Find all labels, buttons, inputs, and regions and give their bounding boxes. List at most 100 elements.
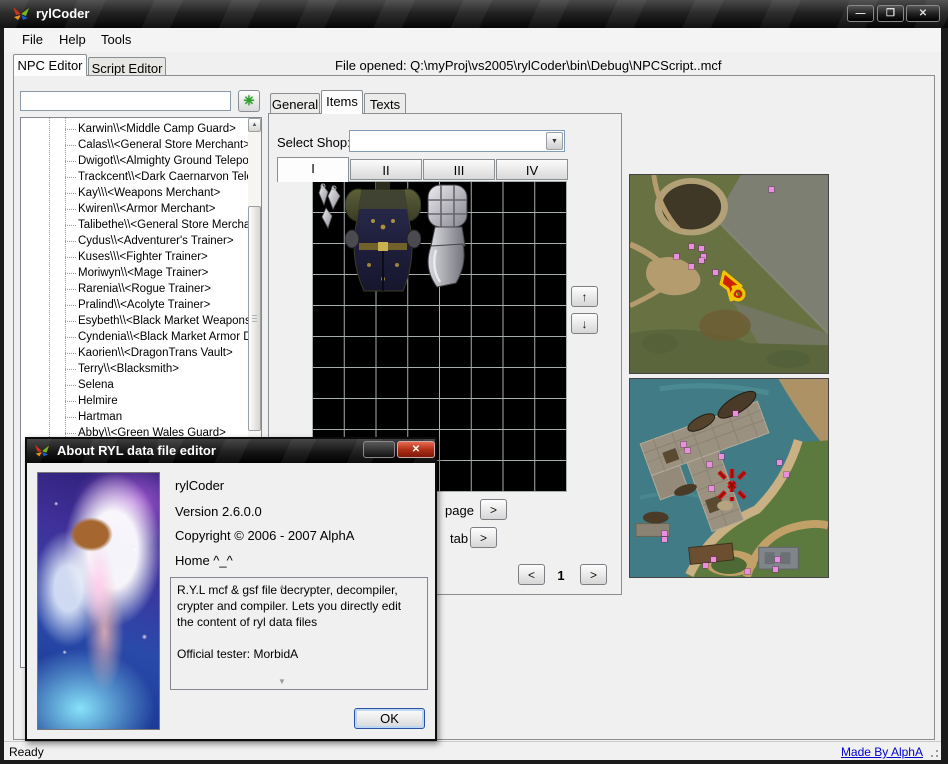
shop-tab-3[interactable]: III	[423, 159, 495, 180]
about-version: Version 2.6.0.0	[175, 504, 262, 519]
arrow-down-icon: ↓	[582, 317, 588, 331]
npc-position-marker	[709, 486, 714, 491]
menu-help[interactable]: Help	[59, 32, 86, 47]
npc-position-marker	[674, 254, 679, 259]
tree-item[interactable]: Dwigot\\<Almighty Ground Teleport	[21, 153, 247, 169]
scroll-up-button[interactable]: ▲	[248, 118, 261, 132]
npc-position-marker	[689, 244, 694, 249]
tab-general[interactable]: General	[270, 93, 320, 113]
next-tab-button[interactable]: >	[470, 527, 497, 548]
made-by-link[interactable]: Made By AlphA	[841, 745, 923, 759]
tab-script-editor[interactable]: Script Editor	[88, 57, 166, 76]
file-opened-label: File opened: Q:\myProj\vs2005\rylCoder\b…	[335, 58, 722, 73]
npc-position-marker	[775, 557, 780, 562]
select-shop-label: Select Shop:	[277, 135, 351, 150]
about-dialog-title: About RYL data file editor	[57, 443, 216, 458]
tree-item[interactable]: Rarenia\\<Rogue Trainer>	[21, 281, 247, 297]
shop-tab-2[interactable]: II	[350, 159, 422, 180]
item-plate-armor	[345, 181, 421, 296]
combo-dropdown-button[interactable]: ▼	[546, 132, 563, 150]
about-copyright: Copyright © 2006 - 2007 AlphA	[175, 528, 354, 543]
tree-item[interactable]: Kay\\\<Weapons Merchant>	[21, 185, 247, 201]
shop-select-combobox[interactable]: ▼	[349, 130, 565, 152]
prev-page-nav-button[interactable]: <	[518, 564, 545, 585]
page-label: page	[445, 503, 474, 518]
tree-item[interactable]: Moriwyn\\<Mage Trainer>	[21, 265, 247, 281]
tab-texts[interactable]: Texts	[364, 93, 406, 113]
scroll-up-icon[interactable]: ▲	[278, 582, 288, 591]
tree-item[interactable]: Pralind\\<Acolyte Trainer>	[21, 297, 247, 313]
tree-item[interactable]: Terry\\<Blacksmith>	[21, 361, 247, 377]
about-dialog: About RYL data file editor ✕ rylCoder Ve…	[25, 437, 437, 741]
tree-item[interactable]: Karwin\\<Middle Camp Guard>	[21, 121, 247, 137]
move-down-button[interactable]: ↓	[571, 313, 598, 334]
chevron-down-icon: ▼	[551, 138, 558, 145]
move-up-button[interactable]: ↑	[571, 286, 598, 307]
npc-position-marker	[662, 531, 667, 536]
npc-position-marker	[777, 460, 782, 465]
resize-grip[interactable]	[927, 746, 939, 758]
item-throwing-daggers	[315, 183, 347, 229]
next-page-button[interactable]: >	[480, 499, 507, 520]
npc-position-marker	[769, 187, 774, 192]
selected-npc-cross-marker	[715, 468, 749, 502]
locate-npc-button[interactable]: ✳	[238, 90, 260, 112]
tree-item[interactable]: Cyndenia\\<Black Market Armor De	[21, 329, 247, 345]
scroll-down-icon[interactable]: ▼	[278, 677, 288, 686]
npc-search-input[interactable]	[20, 91, 231, 111]
tab-label: tab	[450, 531, 468, 546]
npc-position-marker	[719, 454, 724, 459]
title-bar[interactable]: rylCoder — ❐ ✕	[0, 0, 948, 28]
tree-item[interactable]: Selena	[21, 377, 247, 393]
npc-position-marker	[773, 567, 778, 572]
tree-item[interactable]: Trackcent\\<Dark Caernarvon Tele	[21, 169, 247, 185]
app-window: rylCoder — ❐ ✕ File Help Tools NPC Edito…	[0, 0, 948, 764]
arrow-left-icon: <	[528, 568, 535, 582]
npc-position-marker	[707, 462, 712, 467]
dialog-close-button[interactable]: ✕	[397, 441, 435, 458]
minimize-button[interactable]: —	[847, 5, 874, 22]
npc-tree-items: Karwin\\<Middle Camp Guard>Calas\\<Gener…	[21, 121, 247, 441]
tab-npc-editor[interactable]: NPC Editor	[13, 54, 87, 76]
menu-tools[interactable]: Tools	[101, 32, 131, 47]
tree-item[interactable]: Kuses\\\<Fighter Trainer>	[21, 249, 247, 265]
status-text: Ready	[9, 745, 44, 759]
tree-item[interactable]: Kaorien\\<DragonTrans Vault>	[21, 345, 247, 361]
arrow-up-icon: ↑	[582, 290, 588, 304]
terrain-map-view[interactable]	[629, 174, 829, 374]
npc-position-marker	[681, 442, 686, 447]
ok-button[interactable]: OK	[354, 708, 425, 729]
tree-item[interactable]: Talibethe\\<General Store Merchan	[21, 217, 247, 233]
menu-file[interactable]: File	[22, 32, 43, 47]
about-angel-artwork	[37, 472, 160, 730]
arrow-right-icon: >	[480, 531, 487, 545]
tab-items[interactable]: Items	[321, 90, 363, 114]
window-title: rylCoder	[36, 6, 89, 21]
tree-item[interactable]: Esybeth\\<Black Market Weapons I	[21, 313, 247, 329]
maximize-button[interactable]: ❐	[877, 5, 904, 22]
dialog-blank-button[interactable]	[363, 441, 395, 458]
next-page-nav-button[interactable]: >	[580, 564, 607, 585]
tree-item[interactable]: Hartman	[21, 409, 247, 425]
about-description-textbox[interactable]: R.Y.L mcf & gsf file decrypter, decompil…	[170, 577, 428, 690]
tree-item[interactable]: Kwiren\\<Armor Merchant>	[21, 201, 247, 217]
app-logo-icon	[12, 5, 30, 23]
harbor-map-view[interactable]	[629, 378, 829, 578]
tree-item[interactable]: Calas\\<General Store Merchant>	[21, 137, 247, 153]
menu-bar: File Help Tools	[4, 28, 941, 52]
app-logo-icon	[34, 443, 50, 459]
npc-position-marker	[711, 557, 716, 562]
close-button[interactable]: ✕	[906, 5, 940, 22]
scroll-thumb[interactable]	[248, 206, 261, 431]
npc-position-marker	[703, 563, 708, 568]
tree-item[interactable]: Helmire	[21, 393, 247, 409]
arrow-right-icon: >	[490, 503, 497, 517]
about-home-link[interactable]: Home ^_^	[175, 553, 233, 568]
shop-tab-1[interactable]: I	[277, 157, 349, 182]
shop-tab-4[interactable]: IV	[496, 159, 568, 180]
about-dialog-title-bar[interactable]: About RYL data file editor ✕	[27, 439, 435, 463]
arrow-right-icon: >	[590, 568, 597, 582]
npc-position-marker	[699, 246, 704, 251]
tree-item[interactable]: Cydus\\<Adventurer's Trainer>	[21, 233, 247, 249]
page-number: 1	[553, 568, 569, 583]
